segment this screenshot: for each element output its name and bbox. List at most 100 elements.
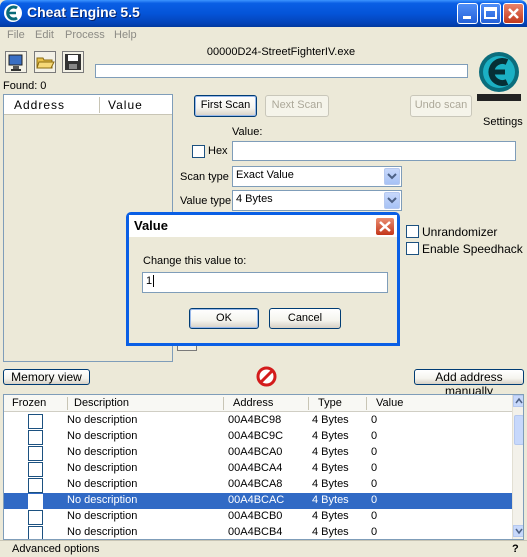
- row-type: 4 Bytes: [312, 494, 349, 506]
- row-address: 00A4BCA0: [228, 446, 283, 458]
- row-description: No description: [67, 494, 138, 506]
- maximize-button[interactable]: [480, 3, 501, 24]
- stop-icon[interactable]: [256, 366, 277, 387]
- chevron-down-icon[interactable]: [384, 168, 400, 185]
- hex-checkbox[interactable]: [192, 145, 205, 158]
- scroll-up-icon[interactable]: [513, 395, 523, 407]
- row-description: No description: [67, 430, 138, 442]
- open-process-button[interactable]: [5, 51, 27, 73]
- dialog-title: Value: [134, 218, 168, 233]
- chevron-down-icon[interactable]: [384, 192, 400, 209]
- vertical-scrollbar[interactable]: [512, 395, 523, 539]
- frozen-checkbox[interactable]: [28, 430, 43, 445]
- advanced-options[interactable]: Advanced options: [12, 543, 99, 555]
- close-icon: [379, 221, 391, 232]
- col-value[interactable]: Value: [376, 397, 403, 409]
- dialog-close-button[interactable]: [375, 217, 395, 236]
- row-description: No description: [67, 510, 138, 522]
- folder-open-icon: [36, 57, 55, 69]
- scan-progress-bar: [95, 64, 468, 78]
- header-separator: [223, 397, 224, 410]
- table-row-selected[interactable]: No description 00A4BCAC 4 Bytes 0: [4, 493, 512, 509]
- next-scan-button[interactable]: Next Scan: [265, 95, 329, 117]
- dialog-value-input[interactable]: 1: [142, 272, 388, 293]
- undo-scan-button[interactable]: Undo scan: [410, 95, 472, 117]
- results-col-address[interactable]: Address: [14, 98, 65, 112]
- header-separator: [366, 397, 367, 410]
- row-type: 4 Bytes: [312, 510, 349, 522]
- frozen-checkbox[interactable]: [28, 462, 43, 477]
- value-type-label: Value type: [180, 195, 232, 207]
- scan-value-input[interactable]: [232, 141, 516, 161]
- process-name: 00000D24-StreetFighterIV.exe: [206, 46, 356, 58]
- frozen-checkbox[interactable]: [28, 494, 43, 509]
- table-row[interactable]: No description 00A4BCA8 4 Bytes 0: [4, 477, 512, 493]
- menu-edit[interactable]: Edit: [35, 29, 54, 41]
- open-file-button[interactable]: [34, 51, 56, 73]
- row-description: No description: [67, 462, 138, 474]
- save-button[interactable]: [62, 51, 84, 73]
- computer-icon: [8, 54, 23, 71]
- help-icon[interactable]: ?: [512, 543, 519, 555]
- row-description: No description: [67, 414, 138, 426]
- frozen-checkbox[interactable]: [28, 414, 43, 429]
- frozen-checkbox[interactable]: [28, 478, 43, 493]
- table-row[interactable]: No description 00A4BC9C 4 Bytes 0: [4, 429, 512, 445]
- menu-file[interactable]: File: [7, 29, 25, 41]
- row-type: 4 Bytes: [312, 478, 349, 490]
- memory-view-button[interactable]: Memory view: [3, 369, 90, 385]
- row-value: 0: [371, 510, 378, 522]
- cancel-button[interactable]: Cancel: [269, 308, 341, 329]
- floppy-disk-icon: [65, 54, 81, 70]
- value-dialog[interactable]: Value Change this value to: 1 OK Cancel: [126, 212, 400, 346]
- table-row[interactable]: No description 00A4BCA4 4 Bytes 0: [4, 461, 512, 477]
- speedhack-checkbox[interactable]: [406, 242, 419, 255]
- dialog-title-bar[interactable]: Value: [129, 215, 397, 237]
- frozen-checkbox[interactable]: [28, 526, 43, 539]
- results-header: Address Value: [4, 95, 172, 115]
- dialog-value-text: 1: [146, 275, 153, 287]
- value-type-select[interactable]: 4 Bytes: [232, 190, 402, 211]
- ok-button[interactable]: OK: [189, 308, 259, 329]
- menu-help[interactable]: Help: [114, 29, 137, 41]
- first-scan-button[interactable]: First Scan: [194, 95, 257, 117]
- col-description[interactable]: Description: [74, 397, 129, 409]
- speedhack-label: Enable Speedhack: [422, 242, 523, 256]
- cheat-engine-logo-icon: [4, 4, 22, 22]
- row-address: 00A4BCB0: [228, 510, 283, 522]
- col-frozen[interactable]: Frozen: [12, 397, 46, 409]
- cheat-engine-settings-logo[interactable]: [474, 48, 524, 104]
- row-value: 0: [371, 494, 378, 506]
- row-value: 0: [371, 526, 378, 538]
- menu-process[interactable]: Process: [65, 29, 105, 41]
- frozen-checkbox[interactable]: [28, 510, 43, 525]
- address-list-header: Frozen Description Address Type Value: [4, 395, 512, 412]
- add-address-manually-button[interactable]: Add address manually: [414, 369, 524, 398]
- scroll-down-icon[interactable]: [513, 525, 523, 537]
- scroll-thumb[interactable]: [514, 415, 523, 445]
- minimize-button[interactable]: [457, 3, 478, 24]
- row-type: 4 Bytes: [312, 462, 349, 474]
- frozen-checkbox[interactable]: [28, 446, 43, 461]
- table-row[interactable]: No description 00A4BCA0 4 Bytes 0: [4, 445, 512, 461]
- col-type[interactable]: Type: [318, 397, 342, 409]
- dialog-prompt: Change this value to:: [143, 255, 247, 267]
- table-row[interactable]: No description 00A4BCB4 4 Bytes 0: [4, 525, 512, 539]
- row-address: 00A4BCAC: [228, 494, 285, 506]
- row-value: 0: [371, 430, 378, 442]
- row-value: 0: [371, 414, 378, 426]
- status-bar: Advanced options ?: [0, 540, 527, 557]
- row-value: 0: [371, 446, 378, 458]
- results-col-value[interactable]: Value: [108, 98, 143, 112]
- address-list[interactable]: Frozen Description Address Type Value No…: [3, 394, 524, 540]
- settings-label[interactable]: Settings: [483, 116, 523, 128]
- table-row[interactable]: No description 00A4BC98 4 Bytes 0: [4, 413, 512, 429]
- row-address: 00A4BCA8: [228, 478, 283, 490]
- table-row[interactable]: No description 00A4BCB0 4 Bytes 0: [4, 509, 512, 525]
- close-button[interactable]: [503, 3, 524, 24]
- value-label: Value:: [232, 126, 263, 138]
- unrandomizer-checkbox[interactable]: [406, 225, 419, 238]
- title-bar[interactable]: Cheat Engine 5.5: [0, 0, 527, 27]
- col-address[interactable]: Address: [233, 397, 273, 409]
- scan-type-select[interactable]: Exact Value: [232, 166, 402, 187]
